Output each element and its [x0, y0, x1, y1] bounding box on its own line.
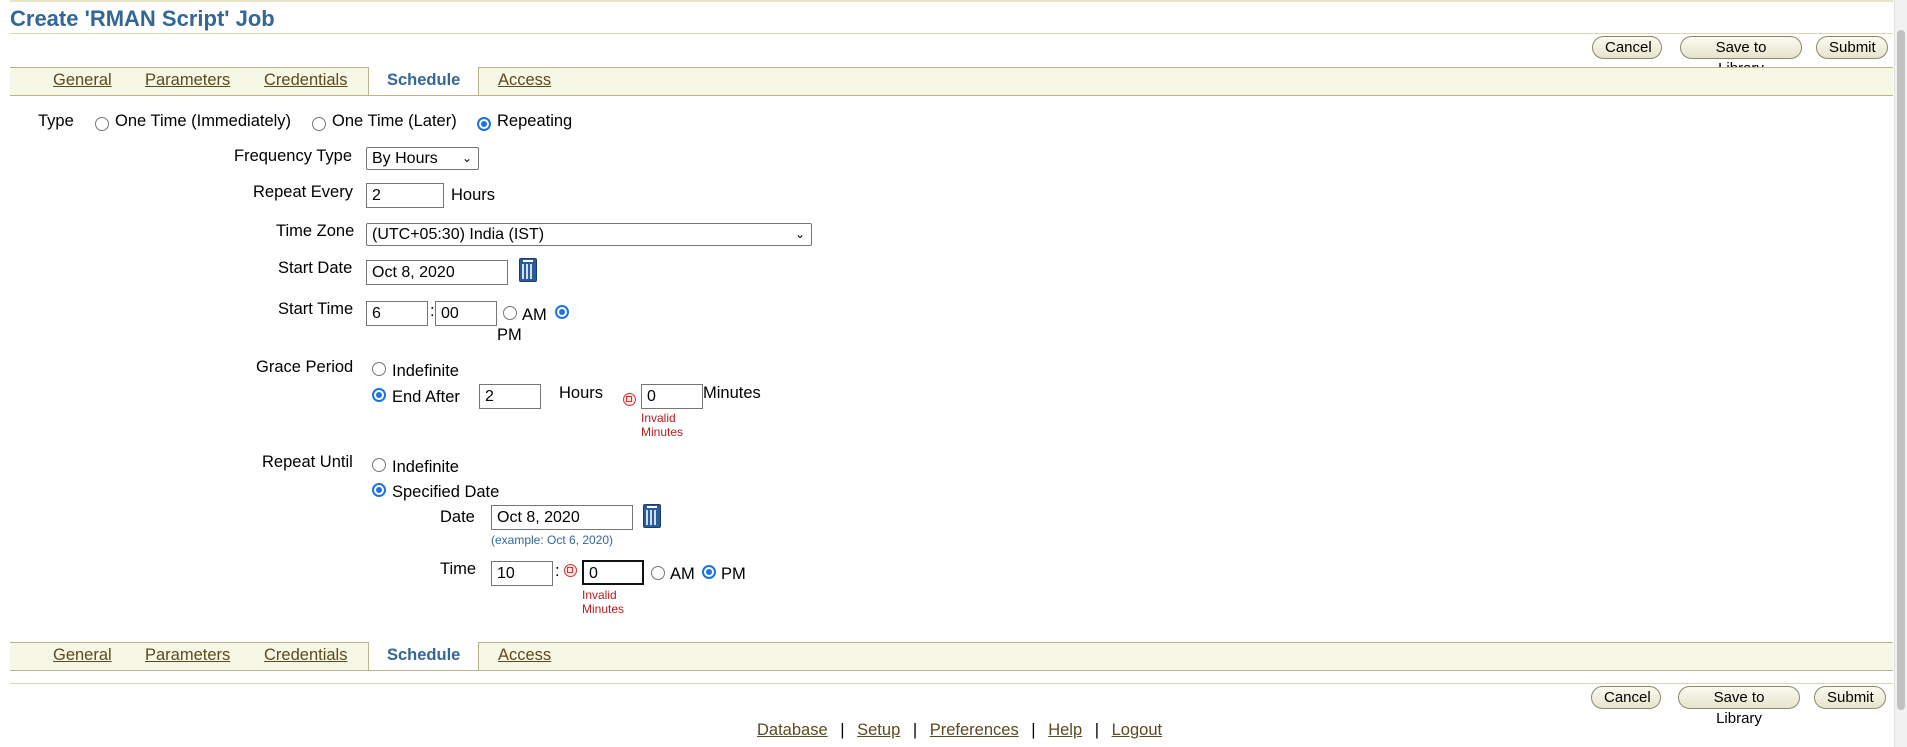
grace-period-indefinite-radio[interactable] [372, 362, 386, 376]
repeat-until-time-separator: : [555, 562, 560, 580]
repeat-until-indefinite-label: Indefinite [392, 458, 459, 476]
tab-schedule[interactable]: Schedule [368, 642, 480, 670]
repeat-until-specified-date-radio[interactable] [372, 483, 386, 497]
grace-period-indefinite-label: Indefinite [392, 362, 459, 380]
repeat-until-pm-radio[interactable] [702, 565, 716, 579]
grace-period-end-after-radio[interactable] [372, 388, 386, 402]
type-one-time-immediately-radio[interactable] [95, 117, 109, 131]
tab-parameters[interactable]: Parameters [145, 71, 230, 90]
cancel-button-bottom[interactable]: Cancel [1591, 686, 1661, 709]
chevron-down-icon: ⌄ [794, 227, 805, 241]
frequency-type-select[interactable]: By Hours ⌄ [366, 147, 479, 170]
cancel-button-top[interactable]: Cancel [1592, 36, 1662, 59]
start-time-pm-label: PM [497, 326, 522, 344]
repeat-until-minute-input[interactable]: 0 [582, 560, 644, 585]
frequency-type-value: By Hours [372, 150, 438, 167]
footer-separator: | [1031, 721, 1036, 739]
type-one-time-later-radio[interactable] [312, 117, 326, 131]
type-one-time-later-label: One Time (Later) [332, 112, 457, 130]
tab-general[interactable]: General [53, 71, 112, 90]
top-rule [10, 0, 1893, 2]
start-time-am-radio[interactable] [503, 306, 517, 320]
footer-links: Database | Setup | Preferences | Help | … [757, 721, 1162, 740]
grace-period-error-line2: Minutes [641, 425, 684, 439]
save-to-library-button-bottom[interactable]: Save to Library [1678, 686, 1800, 727]
tab-bar-top: General Parameters Credentials Schedule … [10, 67, 1893, 96]
grace-period-hours-label: Hours [559, 384, 604, 402]
repeat-until-hour-input[interactable]: 10 [491, 561, 553, 586]
repeat-until-indefinite-radio[interactable] [372, 458, 386, 472]
repeat-until-pm-label: PM [721, 565, 746, 583]
grace-period-minutes-label: Minutes [703, 384, 761, 402]
time-zone-value: (UTC+05:30) India (IST) [372, 226, 545, 243]
repeat-until-date-input[interactable]: Oct 8, 2020 [491, 505, 633, 530]
submit-button-top[interactable]: Submit [1816, 36, 1888, 59]
tab-credentials[interactable]: Credentials [264, 71, 347, 90]
footer-link-logout[interactable]: Logout [1112, 721, 1162, 739]
start-time-minute-input[interactable]: 00 [435, 301, 497, 326]
footer-link-help[interactable]: Help [1048, 721, 1082, 739]
type-label: Type [38, 112, 74, 130]
footer-link-setup[interactable]: Setup [857, 721, 900, 739]
repeat-every-label: Repeat Every [253, 183, 353, 201]
grace-period-hours-input[interactable]: 2 [479, 384, 541, 409]
start-date-label: Start Date [278, 259, 353, 277]
tab-schedule[interactable]: Schedule [368, 67, 480, 95]
chevron-down-icon: ⌄ [461, 151, 472, 165]
error-icon [623, 393, 636, 406]
start-date-input[interactable]: Oct 8, 2020 [366, 260, 508, 285]
time-zone-label: Time Zone [276, 222, 355, 240]
title-divider [10, 33, 1893, 34]
repeat-until-date-label: Date [440, 508, 475, 526]
frequency-type-label: Frequency Type [234, 147, 353, 165]
start-time-am-label: AM [522, 306, 547, 324]
footer-separator: | [1094, 721, 1100, 739]
start-time-label: Start Time [278, 300, 354, 318]
repeat-until-date-hint: (example: Oct 6, 2020) [491, 533, 614, 547]
footer-separator: | [912, 721, 918, 739]
error-icon [564, 564, 577, 577]
tab-general[interactable]: General [53, 646, 112, 665]
footer-separator: | [840, 721, 845, 739]
vertical-scrollbar[interactable] [1894, 0, 1907, 747]
type-repeating-radio[interactable] [477, 117, 491, 131]
tab-access[interactable]: Access [498, 646, 551, 665]
save-to-library-button-top[interactable]: Save to Library [1680, 36, 1802, 77]
footer-link-database[interactable]: Database [757, 721, 828, 739]
repeat-every-unit: Hours [451, 186, 496, 204]
repeat-until-label: Repeat Until [262, 453, 353, 471]
grace-period-error-line1: Invalid [641, 411, 676, 425]
repeat-until-time-label: Time [440, 560, 477, 578]
calendar-icon[interactable] [643, 504, 661, 528]
tab-bar-bottom: General Parameters Credentials Schedule … [10, 642, 1893, 671]
tab-credentials[interactable]: Credentials [264, 646, 347, 665]
grace-period-label: Grace Period [256, 358, 354, 376]
repeat-until-error-line2: Minutes [582, 602, 625, 616]
submit-button-bottom[interactable]: Submit [1814, 686, 1886, 709]
footer-link-preferences[interactable]: Preferences [930, 721, 1019, 739]
time-zone-select[interactable]: (UTC+05:30) India (IST) ⌄ [366, 223, 812, 246]
grace-period-end-after-label: End After [392, 388, 460, 406]
bottom-divider [10, 683, 1893, 684]
repeat-every-input[interactable]: 2 [366, 183, 444, 208]
start-time-pm-radio[interactable] [555, 305, 569, 319]
tab-parameters[interactable]: Parameters [145, 646, 230, 665]
page-title: Create 'RMAN Script' Job [10, 6, 275, 31]
scrollbar-thumb[interactable] [1897, 30, 1905, 710]
repeat-until-specified-date-label: Specified Date [392, 483, 500, 501]
type-one-time-immediately-label: One Time (Immediately) [115, 112, 292, 130]
repeat-until-am-radio[interactable] [651, 566, 665, 580]
calendar-icon[interactable] [519, 258, 537, 282]
start-time-hour-input[interactable]: 6 [366, 301, 428, 326]
start-time-separator: : [430, 302, 435, 320]
repeat-until-am-label: AM [670, 565, 695, 583]
tab-access[interactable]: Access [498, 71, 551, 90]
type-repeating-label: Repeating [497, 112, 573, 130]
grace-period-minutes-input[interactable]: 0 [641, 384, 703, 409]
repeat-until-error-line1: Invalid [582, 588, 617, 602]
